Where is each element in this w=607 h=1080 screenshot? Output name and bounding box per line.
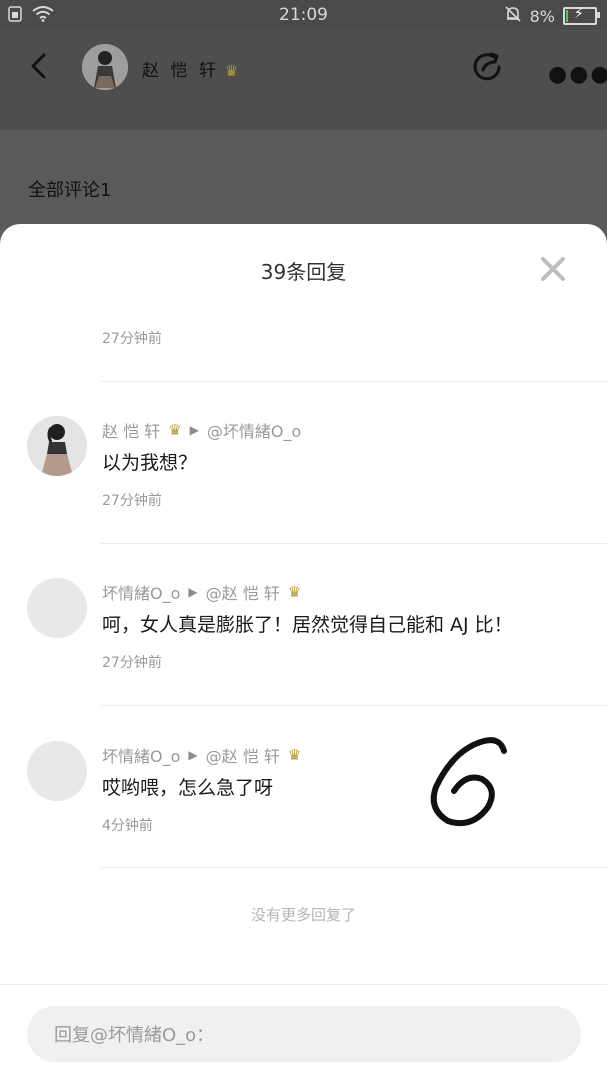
header-user-name-text: 赵 恺 轩 xyxy=(142,61,219,81)
battery-fill xyxy=(566,10,568,22)
avatar[interactable] xyxy=(27,416,87,476)
no-more-replies: 没有更多回复了 xyxy=(250,906,356,924)
avatar[interactable] xyxy=(27,578,87,638)
reply-time: 27分钟前 xyxy=(102,493,162,509)
status-bar: 21:09 8% ⚡ xyxy=(0,0,607,30)
reply-time: 27分钟前 xyxy=(102,655,162,671)
reply-meta: 坏情緒O_o ▶ @赵 恺 轩 ♛ xyxy=(102,743,301,767)
divider xyxy=(101,543,607,544)
reply-arrow-icon: ▶ xyxy=(189,423,199,437)
reply-meta: 坏情緒O_o ▶ @赵 恺 轩 ♛ xyxy=(102,580,301,604)
reply-sheet: 39条回复 27分钟前 赵 恺 轩 ♛ ▶ @坏情緒O_o 以为我想？ 27分钟… xyxy=(0,224,607,1080)
divider xyxy=(101,705,607,706)
handwritten-mark xyxy=(420,729,520,829)
reply-target[interactable]: @赵 恺 轩 xyxy=(206,743,280,767)
lotus-crown-icon: ♛ xyxy=(224,62,242,80)
sheet-title: 39条回复 xyxy=(260,260,347,284)
lotus-crown-icon: ♛ xyxy=(168,421,182,439)
lotus-crown-icon: ♛ xyxy=(287,583,302,601)
comments-title: 全部评论1 xyxy=(28,180,112,201)
reply-arrow-icon: ▶ xyxy=(188,748,198,762)
reply-text: 呵，女人真是膨胀了！居然觉得自己能和 AJ 比！ xyxy=(102,614,513,636)
reply-author[interactable]: 赵 恺 轩 xyxy=(102,418,160,442)
divider xyxy=(0,984,607,985)
more-icon[interactable]: ●●● xyxy=(548,62,607,87)
status-right: 8% ⚡ xyxy=(504,5,600,27)
divider xyxy=(101,381,607,382)
top-bar: 赵 恺 轩 ♛ ●●● xyxy=(0,30,607,130)
battery-percent: 8% xyxy=(529,6,555,26)
top-reply-time: 27分钟前 xyxy=(102,331,162,347)
avatar[interactable] xyxy=(27,741,87,801)
back-arrow-icon[interactable] xyxy=(26,52,54,80)
reply-time: 4分钟前 xyxy=(102,818,153,834)
header-user-name[interactable]: 赵 恺 轩 ♛ xyxy=(142,56,241,81)
divider xyxy=(101,867,607,868)
mute-bell-icon xyxy=(504,5,522,27)
battery-charging-icon: ⚡ xyxy=(563,6,600,25)
share-icon[interactable] xyxy=(470,50,504,84)
reply-input-placeholder: 回复@坏情緒O_o： xyxy=(54,1025,215,1046)
reply-input[interactable]: 回复@坏情緒O_o： xyxy=(27,1006,581,1062)
reply-text: 以为我想？ xyxy=(102,452,198,474)
lotus-crown-icon: ♛ xyxy=(287,746,302,764)
reply-arrow-icon: ▶ xyxy=(188,585,198,599)
reply-target[interactable]: @赵 恺 轩 xyxy=(206,580,280,604)
reply-author[interactable]: 坏情緒O_o xyxy=(102,580,180,604)
reply-text: 哎哟喂，怎么急了呀 xyxy=(102,777,274,799)
comments-header: 全部评论1 xyxy=(0,130,607,230)
reply-target[interactable]: @坏情緒O_o xyxy=(207,418,301,442)
avatar[interactable] xyxy=(82,44,128,90)
reply-author[interactable]: 坏情緒O_o xyxy=(102,743,180,767)
reply-meta: 赵 恺 轩 ♛ ▶ @坏情緒O_o xyxy=(102,418,301,442)
close-icon[interactable] xyxy=(538,254,568,284)
